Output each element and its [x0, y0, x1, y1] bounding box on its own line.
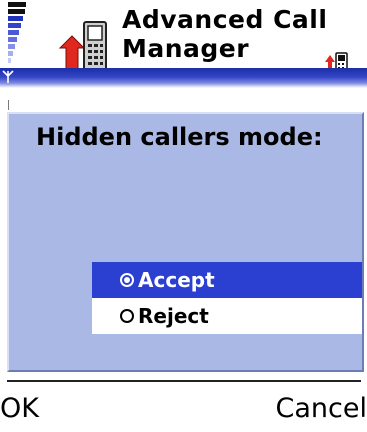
header-bar [0, 68, 367, 88]
option-reject[interactable]: Reject [92, 298, 362, 334]
radio-checked-icon [120, 273, 134, 287]
signal-strength-icon [8, 0, 30, 66]
app-title-line2: Manager [122, 34, 250, 63]
divider [8, 100, 9, 110]
dialog-title: Hidden callers mode: [36, 123, 323, 151]
dialog: Hidden callers mode: Accept Reject [7, 112, 364, 372]
antenna-icon [2, 70, 14, 83]
option-accept[interactable]: Accept [92, 262, 362, 298]
app-title-line1: Advanced Call [122, 5, 328, 34]
ok-softkey[interactable]: OK [0, 392, 39, 426]
option-label: Accept [138, 268, 215, 292]
app-title: Advanced Call Manager [122, 5, 327, 63]
radio-unchecked-icon [120, 309, 134, 323]
option-label: Reject [138, 304, 209, 328]
cancel-softkey[interactable]: Cancel [276, 392, 367, 426]
options-list: Accept Reject [92, 262, 362, 334]
softkey-divider [7, 380, 361, 382]
